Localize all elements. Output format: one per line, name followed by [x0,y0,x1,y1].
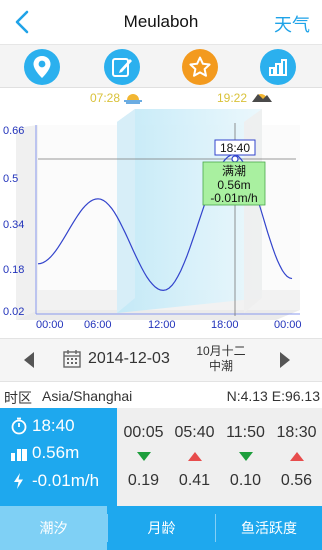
x-tick-2: 12:00 [148,319,176,331]
tide-chart-svg: 0.66 0.5 0.34 0.18 0.02 00:00 06:00 12:0… [3,91,302,331]
weather-link[interactable]: 天气 [274,11,310,37]
y-tick-0: 0.66 [3,125,24,137]
tide-entry-3: 11:50 0.10 [220,408,271,506]
coordinates: N:4.13 E:96.13 [226,388,320,404]
tab-fish-activity[interactable]: 鱼活跃度 [216,506,322,550]
tooltip-height: 0.56m [217,178,250,192]
tide-time: 18:30 [276,424,317,441]
star-icon [189,56,211,77]
location-button[interactable] [24,49,60,85]
falling-triangle-icon [137,452,151,461]
bottom-tab-bar: 潮汐 月龄 鱼活跃度 [0,506,322,550]
falling-triangle-icon [239,452,253,461]
tab-moon-age[interactable]: 月龄 [108,506,215,550]
location-pin-icon [33,56,51,78]
chevron-left-icon [15,10,29,34]
page-title: Meulaboh [123,12,199,31]
x-tick-1: 06:00 [84,319,112,331]
current-rate-row: -0.01m/h [10,469,99,493]
y-tick-4: 0.02 [3,306,24,318]
daylight-band-side [117,109,135,313]
lunar-info: 10月十二 中潮 [186,344,256,374]
lightning-icon [14,473,23,489]
selected-date[interactable]: 2014-12-03 [88,350,170,368]
tide-time: 00:05 [123,424,164,441]
tide-height: 0.56 [280,472,313,489]
tide-chart: 0.66 0.5 0.34 0.18 0.02 00:00 06:00 12:0… [0,88,322,338]
rising-triangle-icon [188,452,202,461]
lunar-date: 10月十二 [196,344,246,358]
tooltip-label: 满潮 [222,163,246,178]
current-height-value: 0.56m [32,443,80,462]
tide-type: 中潮 [208,359,233,373]
sunset-time: 19:22 [217,91,247,105]
x-tick-4: 00:00 [274,319,302,331]
tooltip-rate: -0.01m/h [210,191,257,205]
calendar-icon[interactable] [62,349,82,369]
timezone-row: 时区 Asia/Shanghai N:4.13 E:96.13 [0,382,322,408]
top-bar: Meulaboh 天气 [0,0,322,44]
timezone-value: Asia/Shanghai [42,388,133,404]
rising-triangle-icon [290,452,304,461]
tide-height: 0.10 [229,472,262,489]
tide-info-panel: 18:40 0.56m -0.01m/h 00:05 0.19 05:40 0.… [0,408,322,506]
current-rate-value: -0.01m/h [32,471,100,490]
x-tick-3: 18:00 [211,319,239,331]
current-time-box-text: 18:40 [220,141,250,155]
tide-entry-4: 18:30 0.56 [271,408,322,506]
tide-height: 0.19 [127,472,160,489]
bar-chart-icon [269,59,287,76]
tide-entry-2: 05:40 0.41 [169,408,220,506]
tab-tide[interactable]: 潮汐 [0,506,107,550]
sunset-icon [252,94,272,102]
triangle-left-icon [24,352,34,368]
prev-day-button[interactable] [22,351,40,371]
timezone-label: 时区 [4,390,32,406]
triangle-right-icon [280,352,290,368]
current-tide-point [231,155,239,163]
current-time-value: 18:40 [32,416,75,435]
stats-button[interactable] [260,49,296,85]
edit-note-icon [112,58,132,77]
current-height-row: 0.56m [10,441,79,465]
action-icon-bar [0,44,322,88]
y-tick-1: 0.5 [3,173,18,185]
edit-button[interactable] [104,49,140,85]
current-time-row: 18:40 [10,414,75,438]
y-tick-2: 0.34 [3,219,24,231]
tide-height: 0.41 [178,472,211,489]
x-tick-0: 00:00 [36,319,64,331]
stopwatch-icon [11,417,27,435]
y-tick-3: 0.18 [3,264,24,276]
date-bar: 2014-12-03 10月十二 中潮 [0,338,322,382]
tide-time: 11:50 [226,424,265,441]
back-button[interactable] [8,6,36,38]
favorite-button[interactable] [182,49,218,85]
tide-entry-1: 00:05 0.19 [118,408,169,506]
sunrise-icon [124,94,142,104]
current-tide-panel: 18:40 0.56m -0.01m/h [0,408,117,506]
tide-time: 05:40 [174,424,215,441]
tide-height-icon [11,446,27,461]
next-day-button[interactable] [278,351,296,371]
sunrise-time: 07:28 [90,91,120,105]
